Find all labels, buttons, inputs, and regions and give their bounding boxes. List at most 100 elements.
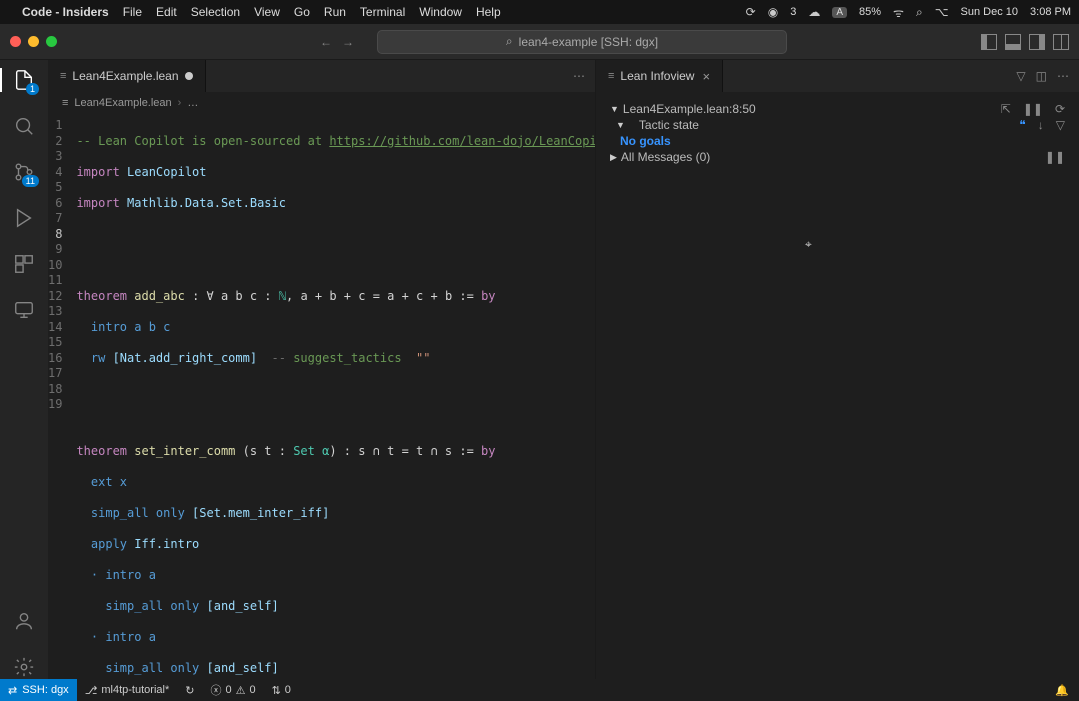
cloud-icon[interactable]: ☁ [808,5,820,19]
no-goals-label: No goals [620,134,671,148]
wifi-icon[interactable]: ᯤ [893,4,904,21]
toggle-panel-button[interactable] [1005,34,1021,50]
close-window-button[interactable] [10,36,21,47]
settings-activity[interactable] [12,655,36,679]
panel-icon: ≡ [608,70,614,82]
refresh-icon[interactable]: ⟳ [1055,102,1065,116]
pause-icon[interactable]: ❚❚ [1045,150,1065,164]
more-actions-button[interactable]: ⋯ [1057,69,1069,83]
sync-status[interactable]: ↻ [177,684,202,697]
editor-group-right: ≡ Lean Infoview × ▽ ◫ ⋯ ▼ Lean4Example.l… [596,60,1079,679]
nav-forward-button[interactable]: → [342,35,354,49]
explorer-badge: 1 [26,83,39,95]
caret-down-icon[interactable]: ▼ [616,120,625,130]
menu-edit[interactable]: Edit [156,5,177,19]
remote-label: SSH: dgx [22,684,68,696]
close-tab-button[interactable]: × [702,69,710,84]
pin-icon[interactable]: ⇱ [1001,102,1011,116]
wechat-icon[interactable]: ◉ [768,5,778,19]
search-activity[interactable] [12,114,36,138]
search-icon: ⌕ [506,34,513,49]
branch-name: ml4tp-tutorial* [101,684,169,696]
menu-run[interactable]: Run [324,5,346,19]
command-center-label: lean4-example [SSH: dgx] [519,35,658,49]
breadcrumb-rest: … [187,97,198,109]
chevron-right-icon: › [178,97,182,109]
command-center[interactable]: ⌕ lean4-example [SSH: dgx] [377,30,787,54]
remote-icon: ⇄ [8,684,17,697]
tactic-state-label: Tactic state [639,118,699,132]
tab-lean4example[interactable]: ≡ Lean4Example.lean [48,60,206,92]
caret-right-icon[interactable]: ▶ [610,152,617,163]
quote-icon[interactable]: ❝ [1019,118,1025,132]
remote-explorer-activity[interactable] [12,298,36,322]
tray-icon[interactable]: ⟳ [746,5,756,19]
editor-tabs: ≡ Lean4Example.lean ⋯ [48,60,595,92]
tab-label: Lean4Example.lean [72,69,178,83]
filter-icon[interactable]: ▽ [1016,69,1025,83]
menubar-time[interactable]: 3:08 PM [1030,6,1071,18]
line-gutter: 12345678910111213141516171819 [48,114,72,679]
infoview-file-location: Lean4Example.lean:8:50 [623,102,756,116]
menu-go[interactable]: Go [294,5,310,19]
customize-layout-button[interactable] [1053,34,1069,50]
editor-more-actions-button[interactable]: ⋯ [573,69,585,83]
minimize-window-button[interactable] [28,36,39,47]
infoview-tabs: ≡ Lean Infoview × ▽ ◫ ⋯ [596,60,1079,92]
arrow-down-icon[interactable]: ↓ [1038,118,1044,132]
problems-status[interactable]: ⓧ0 ⚠0 [202,682,263,698]
ports-status[interactable]: ⇅0 [264,684,299,697]
lang-badge[interactable]: A [832,7,847,18]
wechat-count: 3 [790,6,796,18]
status-bar: ⇄ SSH: dgx ⎇ ml4tp-tutorial* ↻ ⓧ0 ⚠0 ⇅0 … [0,679,1079,701]
toggle-primary-sidebar-button[interactable] [981,34,997,50]
all-messages-label: All Messages (0) [621,150,710,164]
accounts-activity[interactable] [12,609,36,633]
menu-file[interactable]: File [123,5,142,19]
funnel-icon[interactable]: ▽ [1056,118,1065,132]
code-body[interactable]: -- Lean Copilot is open-sourced at https… [72,114,595,679]
extensions-activity[interactable] [12,252,36,276]
toggle-secondary-sidebar-button[interactable] [1029,34,1045,50]
run-debug-activity[interactable] [12,206,36,230]
source-control-activity[interactable]: 11 [12,160,36,184]
menubar-date[interactable]: Sun Dec 10 [961,6,1018,18]
menu-window[interactable]: Window [419,5,462,19]
caret-down-icon[interactable]: ▼ [610,104,619,114]
split-editor-button[interactable]: ◫ [1036,69,1047,83]
editor-group-left: ≡ Lean4Example.lean ⋯ ≡ Lean4Example.lea… [48,60,596,679]
tab-lean-infoview[interactable]: ≡ Lean Infoview × [596,60,723,92]
code-editor[interactable]: 12345678910111213141516171819 -- Lean Co… [48,114,595,679]
app-name[interactable]: Code - Insiders [22,5,109,19]
window-controls [10,36,57,47]
git-branch-status[interactable]: ⎇ ml4tp-tutorial* [77,684,178,697]
menu-help[interactable]: Help [476,5,501,19]
lean-infoview: ▼ Lean4Example.lean:8:50 ⇱ ❚❚ ⟳ ▼ Tactic… [596,92,1079,174]
modified-indicator-icon [185,72,193,80]
sync-icon: ↻ [185,684,194,697]
breadcrumb[interactable]: ≡ Lean4Example.lean › … [48,92,595,114]
control-center-icon[interactable]: ⌥ [935,5,949,19]
nav-back-button[interactable]: ← [320,35,332,49]
file-icon: ≡ [62,97,68,109]
breadcrumb-file: Lean4Example.lean [74,97,171,109]
remote-indicator[interactable]: ⇄ SSH: dgx [0,679,77,701]
window-titlebar: ← → ⌕ lean4-example [SSH: dgx] [0,24,1079,60]
pause-icon[interactable]: ❚❚ [1023,102,1043,116]
ports-icon: ⇅ [272,684,281,697]
menu-selection[interactable]: Selection [191,5,240,19]
battery-pct: 85% [859,6,881,18]
menu-view[interactable]: View [254,5,280,19]
explorer-activity[interactable]: 1 [12,68,36,92]
activity-bar: 1 11 [0,60,48,679]
error-icon: ⓧ [210,682,221,698]
branch-icon: ⎇ [85,684,98,697]
spotlight-icon[interactable]: ⌕ [916,5,923,20]
tab-label: Lean Infoview [620,69,694,83]
maximize-window-button[interactable] [46,36,57,47]
notifications-button[interactable]: 🔔 [1055,685,1069,697]
menu-terminal[interactable]: Terminal [360,5,405,19]
macos-menubar: Code - Insiders File Edit Selection View… [0,0,1079,24]
file-icon: ≡ [60,70,66,82]
warning-icon: ⚠ [236,684,246,697]
